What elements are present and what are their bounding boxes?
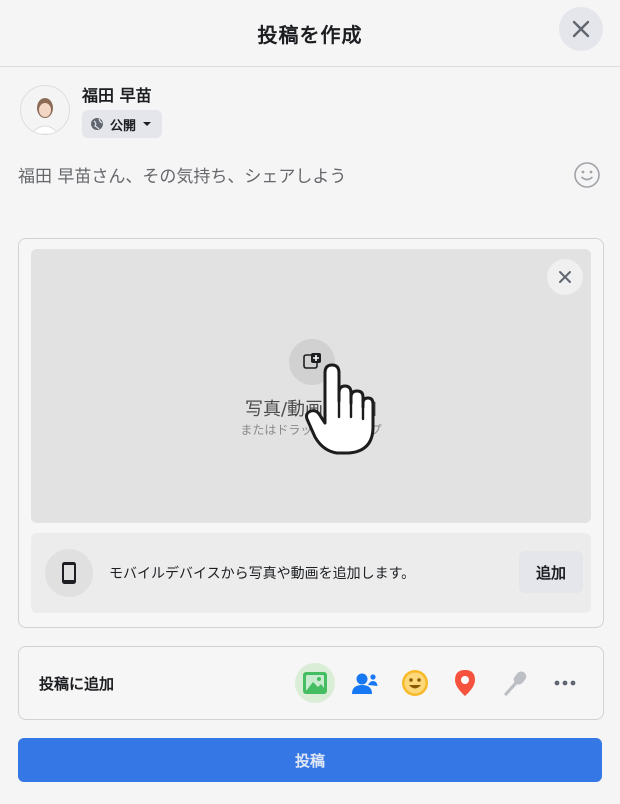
media-upload-box: 写真/動画を追加 またはドラッグ&ドロップ モバイルデバイスから写真や動画を追加…: [18, 238, 604, 628]
user-row: 福田 早苗 公開: [20, 82, 600, 142]
more-options-button[interactable]: [545, 663, 585, 703]
close-icon: [559, 271, 571, 283]
mic-icon: [504, 671, 527, 696]
add-to-post-label: 投稿に追加: [39, 675, 115, 693]
tag-people-icon: [352, 673, 378, 694]
composer-input[interactable]: 福田 早苗さん、その気持ち、シェアしよう: [18, 162, 558, 187]
photo-video-button[interactable]: [295, 663, 335, 703]
phone-circle: [45, 549, 93, 597]
tag-people-button[interactable]: [345, 663, 385, 703]
dialog-header: 投稿を作成: [0, 0, 620, 67]
add-from-mobile-button[interactable]: 追加: [519, 551, 583, 593]
post-button[interactable]: 投稿: [18, 738, 602, 782]
privacy-label: 公開: [110, 118, 137, 134]
check-in-button[interactable]: [445, 663, 485, 703]
caret-down-icon: [143, 122, 152, 126]
feeling-button[interactable]: [395, 663, 435, 703]
mobile-phone-icon: [62, 562, 76, 584]
smiley-icon: [574, 162, 600, 188]
globe-icon: [91, 118, 103, 130]
emoji-button[interactable]: [572, 160, 602, 190]
mic-button[interactable]: [495, 663, 535, 703]
photo-icon: [303, 672, 327, 694]
mobile-upload-row: モバイルデバイスから写真や動画を追加します。 追加: [31, 533, 591, 613]
hand-pointer-cursor-icon: [305, 363, 375, 455]
close-icon: [572, 20, 590, 38]
privacy-selector[interactable]: 公開: [82, 110, 163, 138]
location-icon: [455, 670, 475, 696]
dialog-title: 投稿を作成: [257, 22, 363, 47]
more-icon: [554, 680, 576, 686]
mobile-upload-text: モバイルデバイスから写真や動画を追加します。: [109, 566, 416, 582]
close-button[interactable]: [559, 7, 603, 51]
composer-placeholder: 福田 早苗さん、その気持ち、シェアしよう: [18, 167, 347, 187]
avatar[interactable]: [20, 85, 70, 135]
add-to-post-icons: [295, 663, 585, 703]
create-post-dialog: 投稿を作成 福田 早苗 公開 福田 早苗さん、その気持ち、シェアしよう モバイル…: [0, 0, 620, 804]
add-to-post-bar: 投稿に追加: [18, 646, 604, 720]
profile-photo-icon: [21, 86, 69, 134]
user-name: 福田 早苗: [82, 86, 152, 105]
feeling-icon: [402, 670, 428, 696]
photo-drop-area[interactable]: 写真/動画を追加 またはドラッグ&ドロップ: [31, 249, 591, 523]
remove-media-button[interactable]: [547, 259, 583, 295]
